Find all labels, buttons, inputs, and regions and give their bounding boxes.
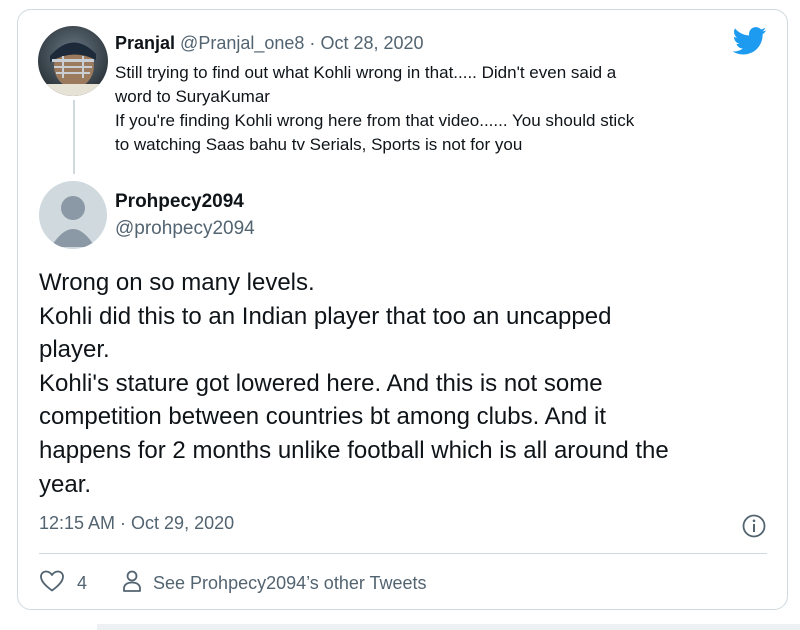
like-count: 4 (77, 572, 88, 593)
see-other-tweets-link[interactable]: See Prohpecy2094’s other Tweets (121, 569, 427, 598)
original-author-name[interactable]: Pranjal (115, 33, 175, 53)
original-tweet-header: Pranjal @Pranjal_one8 · Oct 28, 2020 (115, 33, 424, 54)
original-author-handle[interactable]: @Pranjal_one8 (180, 33, 304, 53)
original-tweet-line: Still trying to find out what Kohli wron… (115, 63, 617, 82)
reply-line: Kohli did this to an Indian player that … (39, 302, 612, 330)
original-tweet-line: to watching Saas bahu tv Serials, Sports… (115, 135, 523, 154)
reply-line: competition between countries bt among c… (39, 403, 606, 431)
heart-icon (39, 569, 65, 598)
reply-author-handle[interactable]: @prohpecy2094 (115, 218, 255, 240)
original-tweet-line: If you're finding Kohli wrong here from … (115, 111, 635, 130)
reply-line: happens for 2 months unlike football whi… (39, 436, 669, 464)
reply-line: Kohli's stature got lowered here. And th… (39, 369, 603, 397)
like-button[interactable]: 4 (39, 569, 87, 598)
original-tweet-line: word to SuryaKumar (115, 87, 270, 106)
header-separator: · (309, 33, 316, 53)
reply-author-name[interactable]: Prohpecy2094 (115, 191, 244, 213)
tweet-actions: 4 See Prohpecy2094’s other Tweets (39, 570, 427, 596)
reply-tweet-text: Wrong on so many levels. Kohli did this … (39, 266, 769, 501)
action-divider (39, 553, 767, 554)
info-icon[interactable] (741, 513, 767, 544)
original-tweet-date[interactable]: Oct 28, 2020 (320, 33, 423, 53)
reply-author-avatar[interactable] (39, 181, 107, 249)
original-tweet-text: Still trying to find out what Kohli wron… (115, 61, 775, 157)
reply-line: player. (39, 336, 110, 364)
see-other-tweets-label: See Prohpecy2094’s other Tweets (153, 572, 427, 593)
reply-line: Wrong on so many levels. (39, 269, 315, 296)
original-author-avatar[interactable] (38, 26, 108, 96)
person-icon (121, 569, 143, 598)
bottom-strip (97, 624, 800, 630)
thread-connector-line (73, 100, 75, 174)
reply-timestamp[interactable]: 12:15 AM · Oct 29, 2020 (39, 513, 234, 534)
twitter-bird-icon[interactable] (732, 27, 767, 60)
reply-line: year. (39, 470, 92, 498)
